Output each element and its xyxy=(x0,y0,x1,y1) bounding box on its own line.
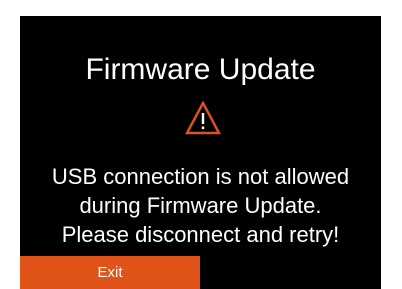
device-screen: Firmware Update USB connection is not al… xyxy=(20,16,381,289)
message-line: during Firmware Update. xyxy=(79,193,322,218)
dialog-title: Firmware Update xyxy=(85,53,316,86)
dialog-message: USB connection is not allowed during Fir… xyxy=(20,162,381,249)
warning-icon xyxy=(185,101,221,135)
message-line: USB connection is not allowed xyxy=(51,164,350,189)
exit-button[interactable]: Exit xyxy=(20,256,200,289)
message-line: Please disconnect and retry! xyxy=(61,222,340,247)
